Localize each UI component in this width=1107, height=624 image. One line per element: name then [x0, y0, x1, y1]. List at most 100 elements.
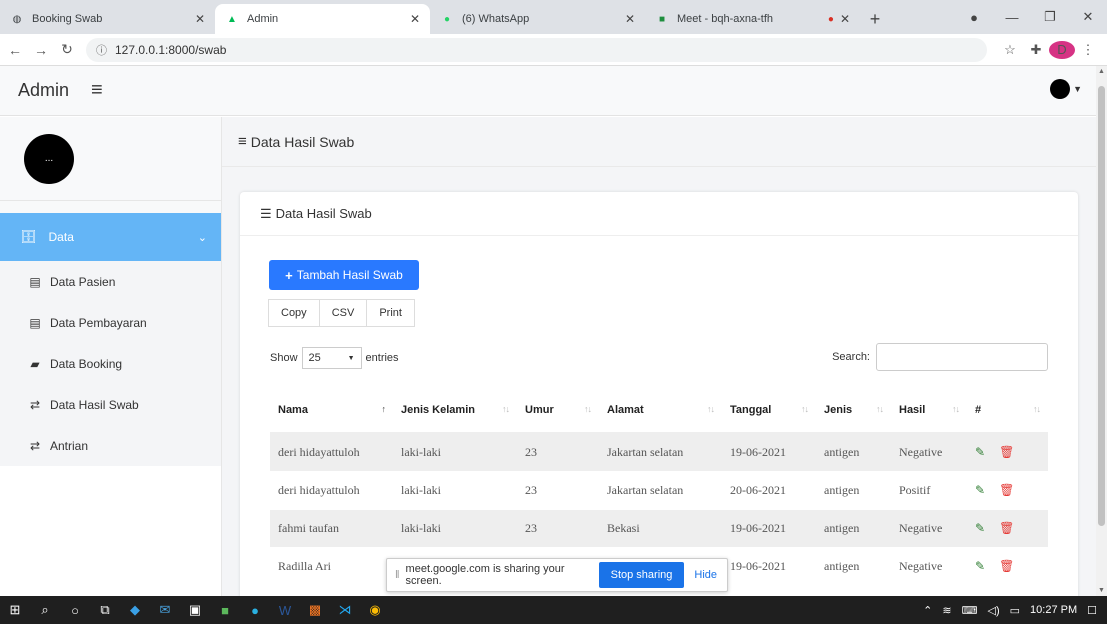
csv-button[interactable]: CSV [318, 299, 368, 327]
browser-icon[interactable]: ● [240, 603, 270, 618]
tab-meet[interactable]: ■ Meet - bqh-axna-tfh ● ✕ [645, 4, 860, 34]
page-scrollbar[interactable]: ▲ ▼ [1096, 66, 1107, 596]
chevron-up-icon[interactable]: ⌃ [923, 604, 932, 617]
column-header-jenis-kelamin[interactable]: Jenis Kelamin ↑↓ [393, 387, 517, 434]
table-row: deri hidayattuloh laki-laki 23 Jakartan … [270, 433, 1048, 472]
avatar [1050, 79, 1071, 99]
print-button[interactable]: Print [366, 299, 415, 327]
hamburger-icon[interactable]: ≡ [91, 79, 103, 102]
sidebar-item-label: Data Pasien [50, 274, 116, 289]
minimize-icon[interactable]: — [993, 10, 1031, 25]
cell-jenis-kelamin: laki-laki [393, 471, 517, 510]
hide-button[interactable]: Hide [694, 569, 717, 581]
xampp-icon[interactable]: ▩ [300, 602, 330, 618]
search-icon[interactable]: ⌕ [30, 602, 60, 618]
back-icon[interactable]: ← [4, 42, 26, 58]
trash-icon[interactable]: 🗑 [999, 445, 1014, 459]
export-buttons: Copy CSV Print [268, 299, 415, 327]
column-header-hasil[interactable]: Hasil ↑↓ [891, 387, 967, 434]
sidebar-profile: ... [0, 117, 221, 201]
sort-icon: ↑↓ [801, 404, 809, 414]
keyboard-icon[interactable]: ⌨ [962, 604, 978, 617]
tab-title: Booking Swab [32, 13, 103, 25]
cell-jenis: antigen [816, 509, 891, 548]
cell-alamat: Bekasi [599, 509, 722, 548]
sidebar-item-data-pasien[interactable]: ▤ Data Pasien [0, 261, 221, 302]
url-field[interactable]: ⓘ 127.0.0.1:8000/swab [86, 37, 987, 62]
column-header-actions[interactable]: # ↑↓ [967, 387, 1048, 434]
windows-taskbar: ⊞ ⌕ ○ ⧉ ◆ ✉ ▣ ■ ● W ▩ ⋊ ◉ ⌃ ≋ ⌨ ◁) ▭ 10:… [0, 596, 1107, 624]
task-view-icon[interactable]: ⧉ [90, 602, 120, 618]
edit-icon[interactable]: ✎ [975, 445, 985, 459]
close-window-icon[interactable]: ✕ [1069, 9, 1107, 25]
sidebar-item-data-booking[interactable]: ▰ Data Booking [0, 343, 221, 384]
wifi-icon[interactable]: ≋ [942, 604, 951, 617]
menu-icon[interactable]: ⋮ [1075, 42, 1101, 58]
column-header-alamat[interactable]: Alamat ↑↓ [599, 387, 722, 434]
puzzle-icon[interactable]: ✚ [1023, 42, 1049, 58]
page-title: Data Hasil Swab [250, 133, 355, 150]
greenshot-icon[interactable]: ■ [210, 603, 240, 618]
windows-start-icon[interactable]: ⊞ [0, 602, 30, 618]
vscode-icon[interactable]: ⋊ [330, 602, 360, 618]
scroll-thumb[interactable] [1098, 86, 1105, 526]
tab-admin[interactable]: ▲ Admin ✕ [215, 4, 430, 34]
address-bar-row: ← → ↻ ⓘ 127.0.0.1:8000/swab ☆ ✚ D ⋮ [0, 34, 1107, 66]
reload-icon[interactable]: ↻ [56, 41, 78, 58]
copy-button[interactable]: Copy [268, 299, 320, 327]
stop-sharing-button[interactable]: Stop sharing [598, 562, 685, 588]
tab-whatsapp[interactable]: ● (6) WhatsApp ✕ [430, 4, 645, 34]
column-header-jenis[interactable]: Jenis ↑↓ [816, 387, 891, 434]
edge-icon[interactable]: ◆ [120, 602, 150, 618]
close-icon[interactable]: ✕ [625, 12, 635, 26]
drag-handle-icon[interactable]: ‖ [395, 569, 400, 581]
sidebar-group-data[interactable]: 🗄 Data ⌄ [0, 213, 221, 261]
new-tab-button[interactable]: + [860, 4, 890, 34]
cortana-icon[interactable]: ○ [60, 603, 90, 618]
sidebar-item-data-pembayaran[interactable]: ▤ Data Pembayaran [0, 302, 221, 343]
add-swab-result-button[interactable]: + Tambah Hasil Swab [269, 260, 419, 290]
edit-icon[interactable]: ✎ [975, 483, 985, 497]
card-title: Data Hasil Swab [275, 206, 372, 221]
column-header-umur[interactable]: Umur ↑↓ [517, 387, 599, 434]
word-icon[interactable]: W [270, 603, 300, 618]
store-icon[interactable]: ▣ [180, 602, 210, 618]
clock[interactable]: 10:27 PM [1030, 604, 1077, 616]
chrome-icon[interactable]: ◉ [360, 602, 390, 618]
sidebar-item-antrian[interactable]: ⇄ Antrian [0, 425, 221, 466]
search-input[interactable] [876, 343, 1048, 371]
info-icon[interactable]: ⓘ [96, 42, 107, 58]
user-menu[interactable]: ▼ [1050, 79, 1082, 99]
scroll-down-icon[interactable]: ▼ [1098, 587, 1105, 594]
tab-title: (6) WhatsApp [462, 13, 530, 25]
tab-booking-swab[interactable]: ◍ Booking Swab ✕ [0, 4, 215, 34]
trash-icon[interactable]: 🗑 [999, 483, 1014, 497]
star-icon[interactable]: ☆ [997, 42, 1023, 58]
swab-results-table: Nama ↑ Jenis Kelamin ↑↓ Umur ↑↓ Alamat ↑↓ Ta… [270, 387, 1048, 586]
column-header-nama[interactable]: Nama ↑ [270, 387, 393, 434]
data-card: ☰ Data Hasil Swab + Tambah Hasil Swab Co… [240, 192, 1078, 596]
volume-icon[interactable]: ◁) [988, 604, 1000, 617]
edit-icon[interactable]: ✎ [975, 559, 985, 573]
close-icon[interactable]: ✕ [840, 12, 850, 26]
forward-icon[interactable]: → [30, 42, 52, 58]
table-search: Search: [832, 343, 1048, 371]
profile-button[interactable]: D [1049, 40, 1075, 59]
battery-icon[interactable]: ▭ [1010, 604, 1020, 617]
entries-select[interactable]: 25 ▼ [301, 347, 362, 369]
edit-icon[interactable]: ✎ [975, 521, 985, 535]
trash-icon[interactable]: 🗑 [999, 521, 1014, 535]
cell-jenis: antigen [816, 547, 891, 586]
close-icon[interactable]: ✕ [410, 12, 420, 26]
sidebar-item-data-hasil-swab[interactable]: ⇄ Data Hasil Swab [0, 384, 221, 425]
brand-title[interactable]: Admin [18, 80, 69, 101]
mail-icon[interactable]: ✉ [150, 602, 180, 618]
notification-icon[interactable]: ☐ [1087, 604, 1097, 617]
close-icon[interactable]: ✕ [195, 12, 205, 26]
scroll-up-icon[interactable]: ▲ [1098, 68, 1105, 75]
trash-icon[interactable]: 🗑 [999, 559, 1014, 573]
chevron-down-icon: ⌄ [197, 231, 207, 244]
maximize-icon[interactable]: ❐ [1031, 9, 1069, 25]
extension-icon[interactable]: ● [955, 10, 993, 25]
column-header-tanggal[interactable]: Tanggal ↑↓ [722, 387, 816, 434]
